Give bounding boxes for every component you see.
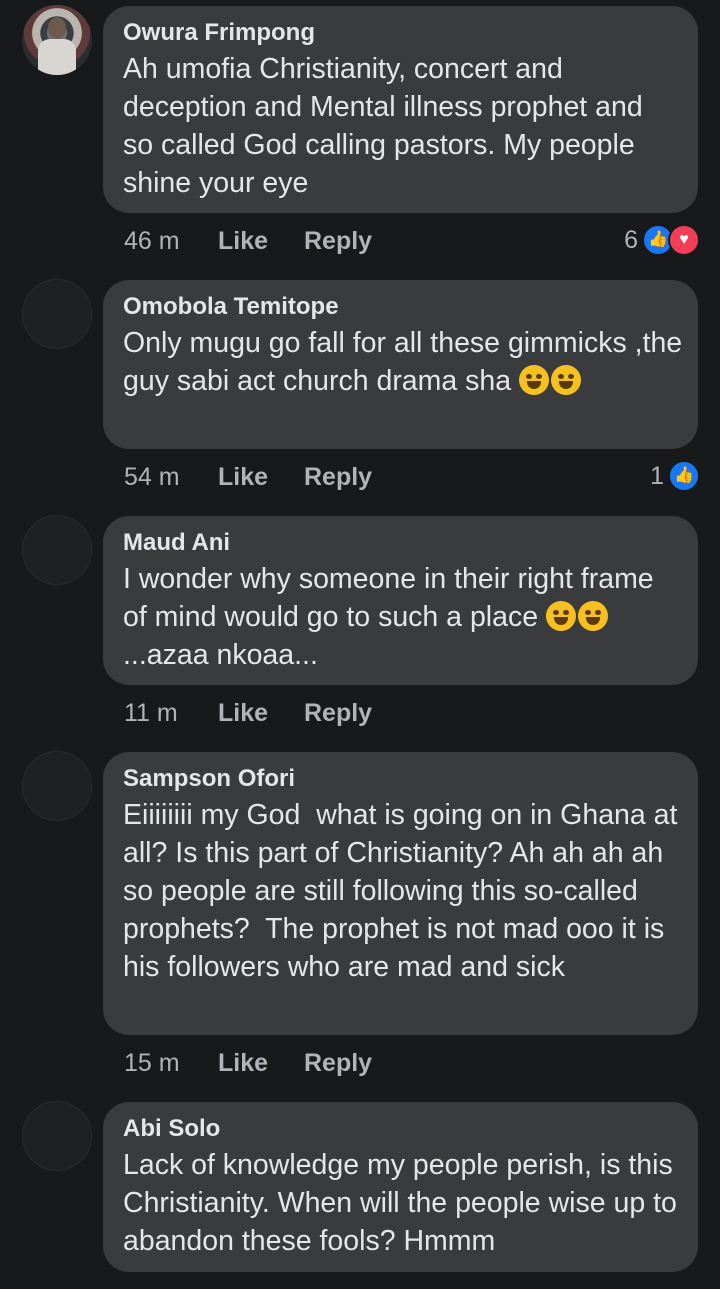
- rolling-laughing-emoji: [551, 365, 582, 395]
- comment-text: Only mugu go fall for all these gimmicks…: [123, 324, 683, 400]
- comment-actions: 15 m Like Reply: [124, 1048, 372, 1078]
- avatar[interactable]: [22, 751, 92, 821]
- reaction-summary[interactable]: 6 👍 ♥: [624, 224, 700, 256]
- like-button[interactable]: Like: [218, 462, 304, 492]
- comment-text: Lack of knowledge my people perish, is t…: [123, 1149, 685, 1257]
- reply-button[interactable]: Reply: [304, 462, 372, 492]
- timestamp[interactable]: 46 m: [124, 226, 218, 256]
- eye-roll-emoji: [578, 601, 609, 631]
- comment-bubble: Maud Ani I wonder why someone in their r…: [103, 516, 698, 685]
- reaction-count: 1: [650, 462, 664, 490]
- comment-actions: 46 m Like Reply: [124, 226, 372, 256]
- reaction-count: 6: [624, 226, 638, 254]
- like-button[interactable]: Like: [218, 1048, 304, 1078]
- comment-actions: 11 m Like Reply: [124, 698, 372, 728]
- reply-button[interactable]: Reply: [304, 1048, 372, 1078]
- commenter-name[interactable]: Omobola Temitope: [123, 292, 678, 322]
- comment-text-tail: ...azaa nkoaa...: [123, 639, 318, 671]
- comment-text: I wonder why someone in their right fram…: [123, 560, 673, 674]
- avatar[interactable]: [22, 515, 92, 585]
- comment-bubble: Owura Frimpong Ah umofia Christianity, c…: [103, 6, 698, 213]
- tears-of-joy-emoji: [519, 365, 550, 395]
- comment-text-body: Only mugu go fall for all these gimmicks…: [123, 327, 691, 397]
- comment-text: Eiiiiiiii my God what is going on in Gha…: [123, 799, 687, 983]
- avatar[interactable]: [22, 279, 92, 349]
- like-button[interactable]: Like: [218, 226, 304, 256]
- timestamp[interactable]: 11 m: [124, 698, 218, 728]
- commenter-name[interactable]: Maud Ani: [123, 528, 678, 558]
- commenter-name[interactable]: Sampson Ofori: [123, 764, 678, 794]
- comment-text: Ah umofia Christianity, concert and dece…: [123, 53, 651, 199]
- avatar[interactable]: [22, 5, 92, 75]
- timestamp[interactable]: 15 m: [124, 1048, 218, 1078]
- commenter-name[interactable]: Abi Solo: [123, 1114, 678, 1144]
- reaction-summary[interactable]: 1 👍: [650, 460, 700, 492]
- comment-actions: 54 m Like Reply: [124, 462, 372, 492]
- reply-button[interactable]: Reply: [304, 698, 372, 728]
- like-button[interactable]: Like: [218, 698, 304, 728]
- like-icon: 👍: [668, 460, 700, 492]
- avatar[interactable]: [22, 1101, 92, 1171]
- comment-bubble: Abi Solo Lack of knowledge my people per…: [103, 1102, 698, 1272]
- timestamp[interactable]: 54 m: [124, 462, 218, 492]
- thinking-emoji: [546, 601, 577, 631]
- commenter-name[interactable]: Owura Frimpong: [123, 18, 678, 48]
- reply-button[interactable]: Reply: [304, 226, 372, 256]
- comment-bubble: Sampson Ofori Eiiiiiiii my God what is g…: [103, 752, 698, 1035]
- love-icon: ♥: [668, 224, 700, 256]
- comment-bubble: Omobola Temitope Only mugu go fall for a…: [103, 280, 698, 449]
